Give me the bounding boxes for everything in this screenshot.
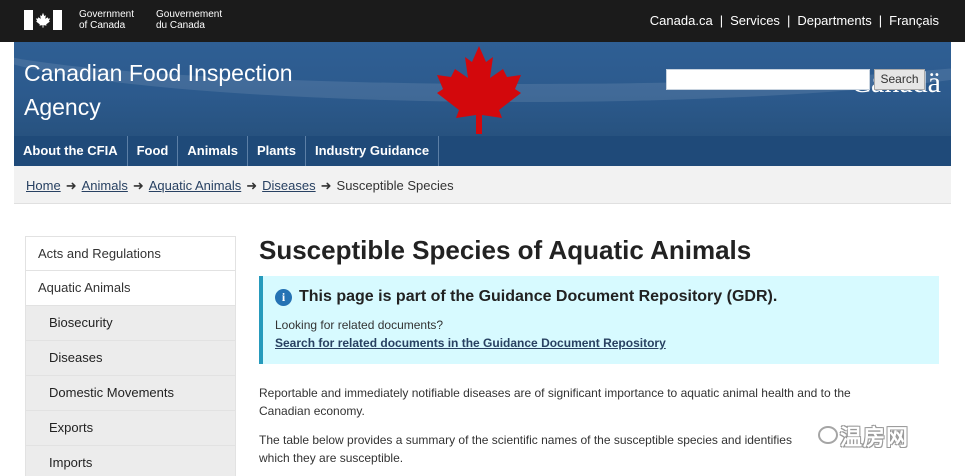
link-departments[interactable]: Departments [797,13,871,28]
canada-flag-icon [24,10,62,30]
menu-item-animals[interactable]: Animals [178,136,248,166]
sidenav-item-biosecurity[interactable]: Biosecurity [25,306,236,341]
gov-en-line2: of Canada [79,20,126,31]
gov-fr-line2: du Canada [156,20,205,31]
sidenav-item-exports[interactable]: Exports [25,411,236,446]
breadcrumb-animals[interactable]: Animals [82,178,128,194]
search-input[interactable] [666,69,870,90]
sidenav-item-imports[interactable]: Imports [25,446,236,476]
search-button[interactable]: Search [874,69,925,90]
gov-fr-line1: Gouvernement [156,9,223,20]
intro-line1: Reportable and immediately notifiable di… [259,386,851,400]
menu-item-plants[interactable]: Plants [248,136,306,166]
breadcrumb: Home ➜ Animals ➜ Aquatic Animals ➜ Disea… [26,178,454,194]
menu-item-about[interactable]: About the CFIA [14,136,128,166]
sidenav-item-diseases[interactable]: Diseases [25,341,236,376]
sidenav-item-domestic-movements[interactable]: Domestic Movements [25,376,236,411]
maple-leaf-icon [437,46,521,134]
intro-paragraph: Reportable and immediately notifiable di… [259,384,919,420]
menu-item-food[interactable]: Food [128,136,179,166]
breadcrumb-diseases[interactable]: Diseases [262,178,315,194]
link-services[interactable]: Services [730,13,780,28]
menu-item-industry-guidance[interactable]: Industry Guidance [306,136,440,166]
sidenav-item-acts-regulations[interactable]: Acts and Regulations [25,236,236,271]
sidenav-item-aquatic-animals[interactable]: Aquatic Animals [25,271,236,306]
gdr-info-alert: i This page is part of the Guidance Docu… [259,276,939,364]
gov-en-line1: Government [79,9,135,20]
breadcrumb-bar: Home ➜ Animals ➜ Aquatic Animals ➜ Disea… [14,166,951,204]
arrow-right-icon: ➜ [320,178,332,193]
separator: | [878,13,883,28]
separator: | [719,13,724,28]
side-navigation: Acts and Regulations Aquatic Animals Bio… [25,236,236,476]
site-title[interactable]: Canadian Food Inspection Agency [24,56,334,124]
description-line2: which they are susceptible. [259,451,404,465]
arrow-right-icon: ➜ [132,178,144,193]
link-francais[interactable]: Français [889,13,939,28]
federal-identity-bar: Government of Canada Gouvernement du Can… [0,0,965,42]
watermark: 温房网 [818,420,938,450]
info-icon: i [275,289,292,306]
government-of-canada-en[interactable]: Government of Canada [79,9,134,31]
alert-text: Looking for related documents? [275,318,444,332]
wechat-icon [818,426,838,444]
arrow-right-icon: ➜ [65,178,77,193]
top-links: Canada.ca | Services | Departments | Fra… [650,13,939,28]
breadcrumb-aquatic-animals[interactable]: Aquatic Animals [149,178,242,194]
main-menu: About the CFIA Food Animals Plants Indus… [14,136,951,166]
breadcrumb-home[interactable]: Home [26,178,61,194]
link-canada-ca[interactable]: Canada.ca [650,13,713,28]
government-of-canada-fr[interactable]: Gouvernement du Canada [156,9,222,31]
site-title-line2: Agency [24,94,101,120]
breadcrumb-current: Susceptible Species [336,178,454,193]
separator: | [786,13,791,28]
gdr-search-link[interactable]: Search for related documents in the Guid… [275,336,666,350]
arrow-right-icon: ➜ [246,178,258,193]
page-title: Susceptible Species of Aquatic Animals [259,235,752,265]
site-title-line1: Canadian Food Inspection [24,60,293,86]
alert-heading: This page is part of the Guidance Docume… [299,288,778,305]
intro-line2: Canadian economy. [259,404,365,418]
watermark-text: 温房网 [840,425,910,450]
